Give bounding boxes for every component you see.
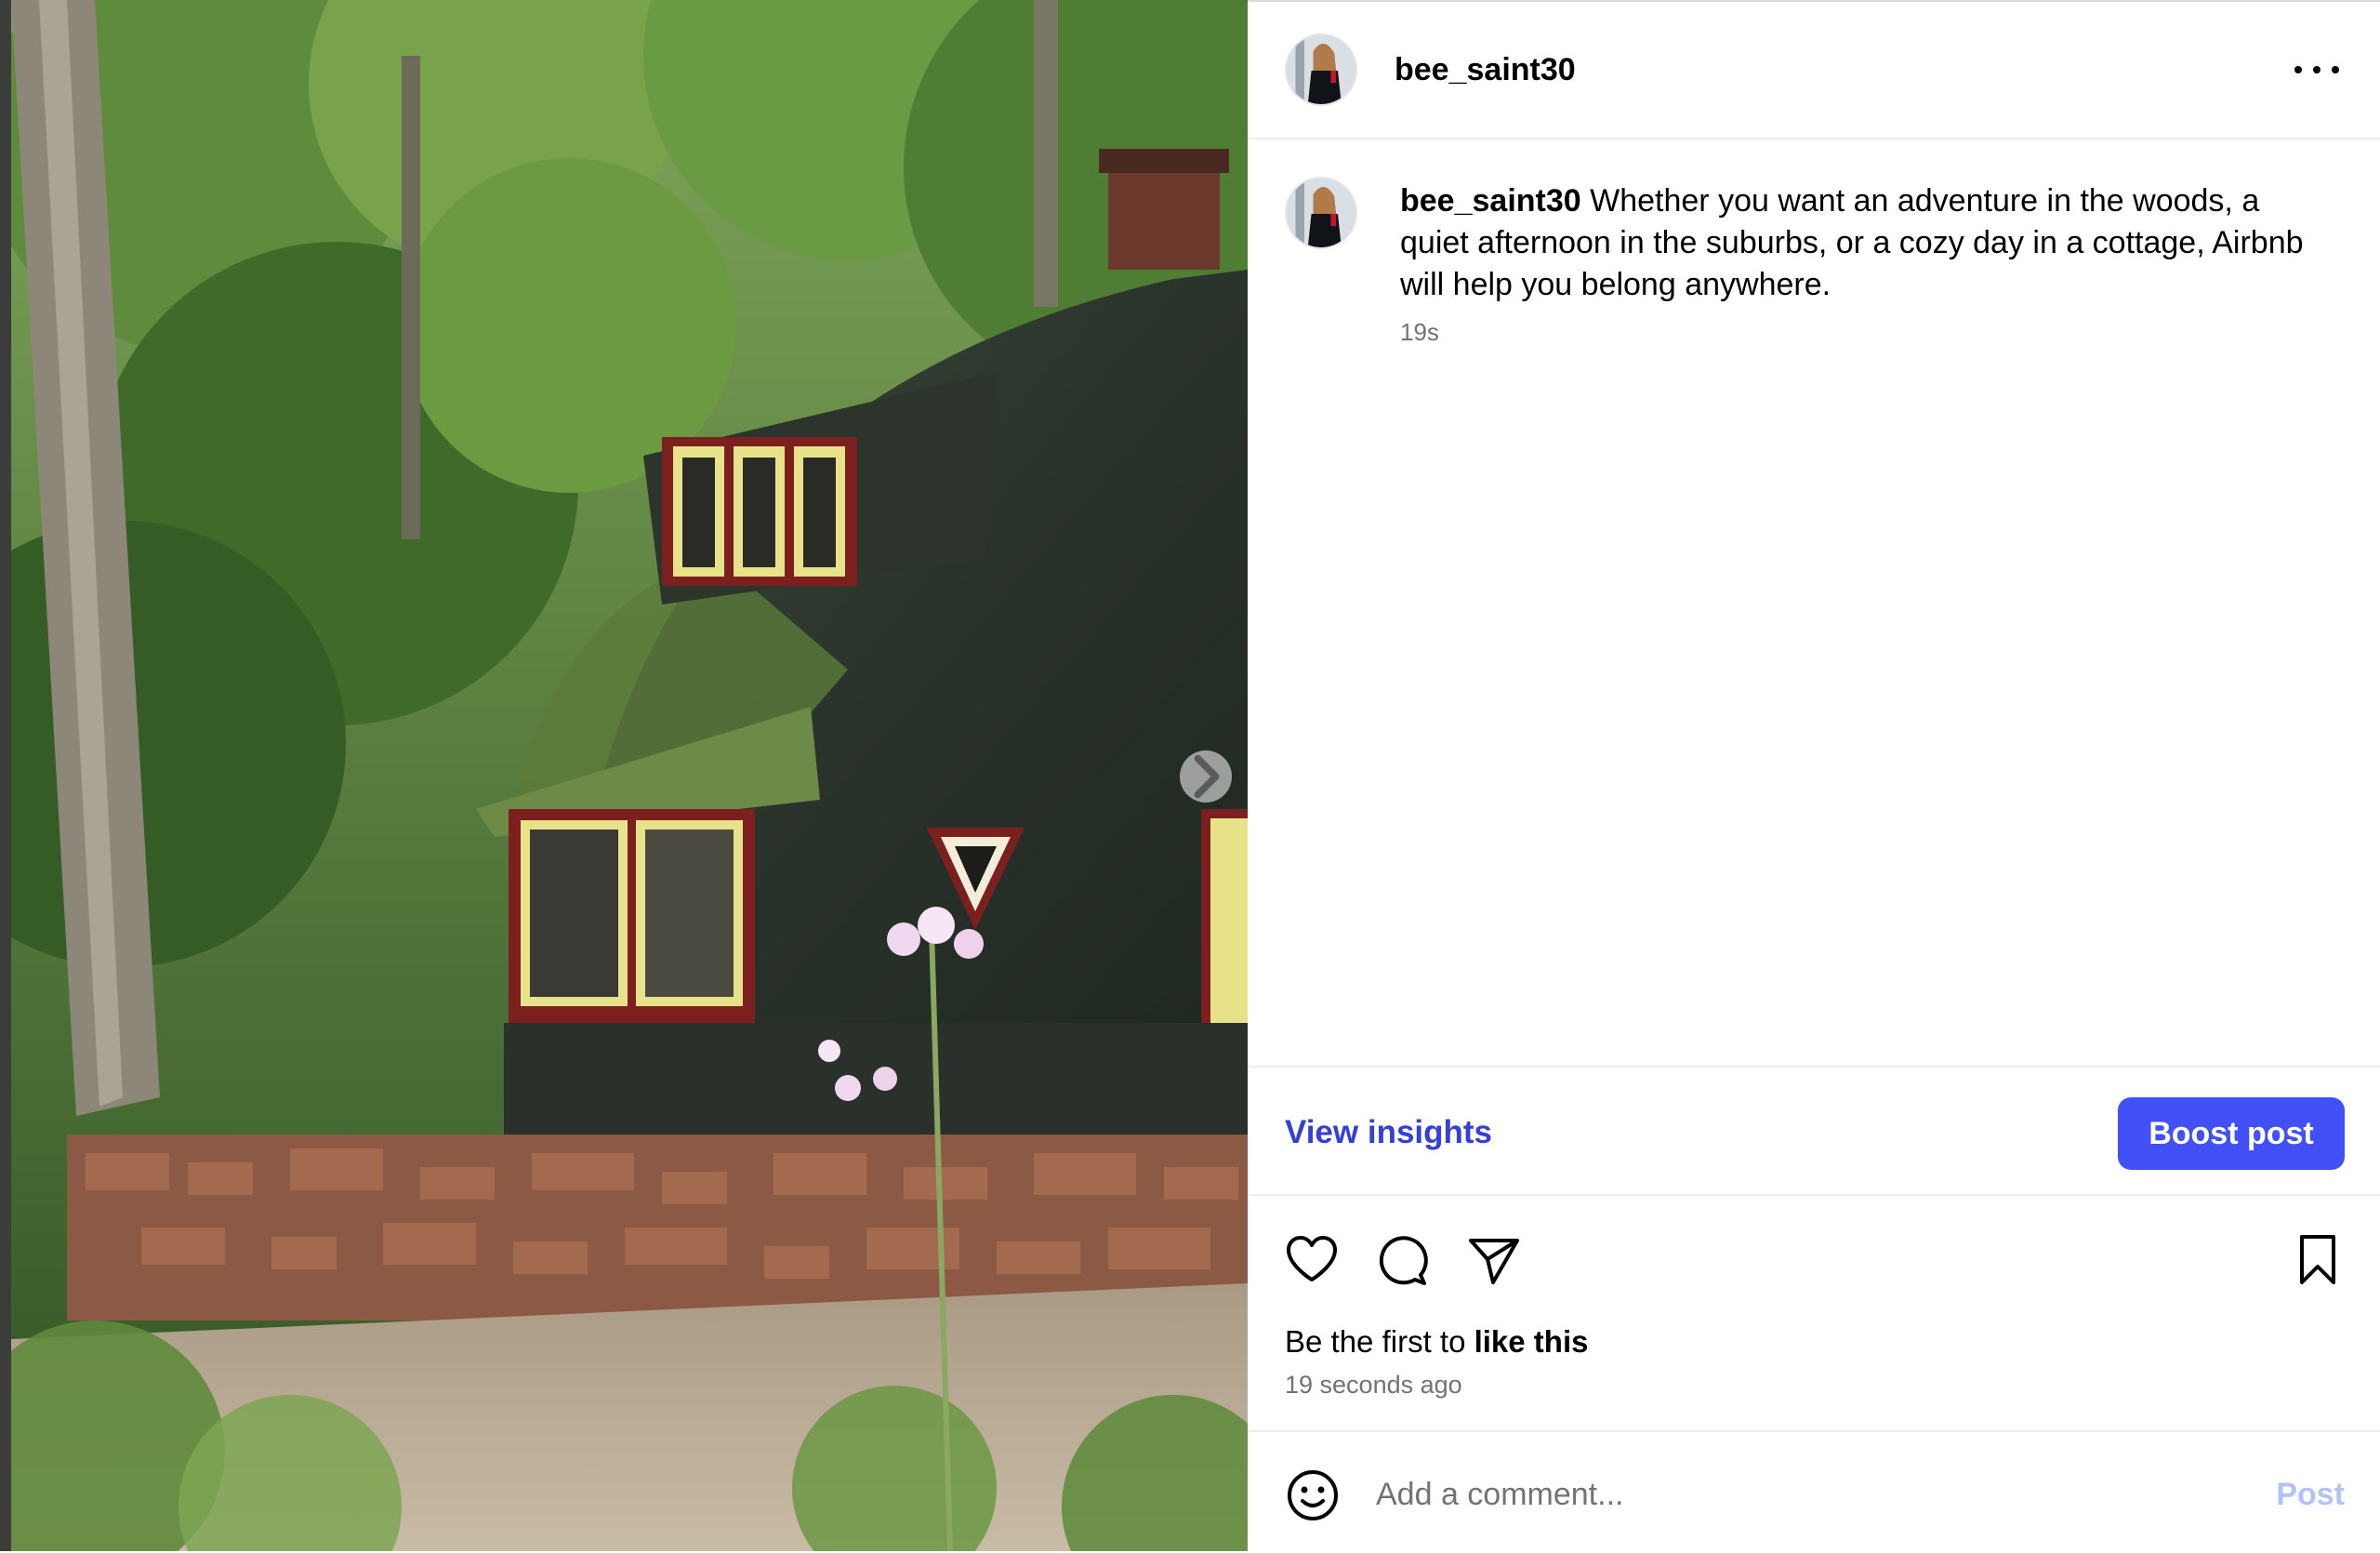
- post-comment-button[interactable]: Post: [2276, 1477, 2345, 1513]
- like-this-link[interactable]: like this: [1474, 1324, 1589, 1359]
- heart-icon: [1287, 1236, 1337, 1281]
- save-button[interactable]: [2289, 1231, 2347, 1289]
- instagram-post-window: bee_saint30 bee_saint30 Whether you want…: [0, 0, 2380, 1551]
- comment-bar: Post: [1248, 1430, 2380, 1553]
- post-details-panel: bee_saint30 bee_saint30 Whether you want…: [1248, 0, 2380, 1551]
- comment-input[interactable]: [1376, 1464, 2194, 1525]
- more-options-icon: [2313, 66, 2320, 73]
- post-actions-bar: [1248, 1211, 2380, 1304]
- bookmark-icon: [2300, 1235, 2335, 1284]
- comment-button[interactable]: [1374, 1231, 1432, 1289]
- like-button[interactable]: [1283, 1231, 1341, 1289]
- more-options-icon: [2332, 66, 2339, 73]
- avatar-image: [1287, 35, 1355, 104]
- comment-bubble-icon: [1379, 1236, 1428, 1285]
- smiley-icon: [1288, 1470, 1338, 1520]
- more-options-button[interactable]: [2294, 56, 2339, 84]
- emoji-button[interactable]: [1285, 1467, 1341, 1523]
- caption-username[interactable]: bee_saint30: [1400, 183, 1581, 219]
- avatar[interactable]: [1285, 33, 1357, 106]
- chevron-right-icon: [1194, 754, 1220, 799]
- caption-timestamp: 19s: [1400, 318, 1439, 346]
- post-header: bee_saint30: [1248, 2, 2380, 139]
- avatar-image: [1287, 179, 1355, 247]
- post-timestamp: 19 seconds ago: [1285, 1371, 1462, 1399]
- boost-post-button[interactable]: Boost post: [2118, 1097, 2345, 1170]
- view-insights-link[interactable]: View insights: [1285, 1114, 1492, 1151]
- window-edge: [0, 0, 11, 1551]
- caption-avatar[interactable]: [1285, 177, 1357, 249]
- more-options-icon: [2294, 66, 2302, 73]
- caption-block: bee_saint30 Whether you want an adventur…: [1248, 139, 2380, 1066]
- likes-prefix: Be the first to: [1285, 1324, 1474, 1359]
- insights-bar: View insights Boost post: [1248, 1066, 2380, 1196]
- next-photo-button[interactable]: [1180, 750, 1232, 803]
- post-author-username[interactable]: bee_saint30: [1395, 52, 1576, 88]
- post-photo[interactable]: [11, 0, 1248, 1551]
- likes-summary: Be the first to like this: [1285, 1324, 1588, 1360]
- post-caption: bee_saint30 Whether you want an adventur…: [1400, 180, 2330, 306]
- share-button[interactable]: [1465, 1231, 1523, 1289]
- cottage-photo-illustration: [11, 0, 1248, 1551]
- paper-plane-icon: [1469, 1239, 1519, 1284]
